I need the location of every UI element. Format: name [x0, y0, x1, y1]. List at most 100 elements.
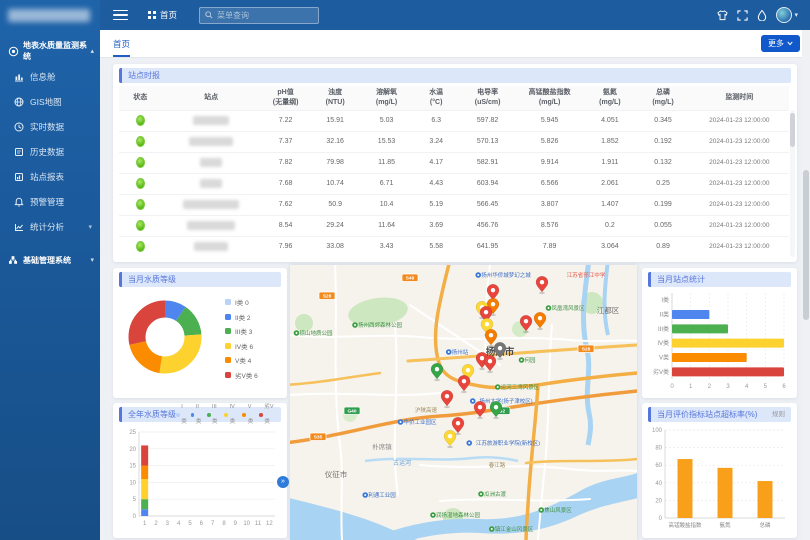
value-cell: 0.345	[636, 110, 689, 131]
legend-label: IV类 6	[235, 341, 253, 351]
search-input[interactable]	[217, 11, 313, 20]
table-row[interactable]: 7.3732.1615.533.24570.135.8261.8520.1922…	[119, 131, 789, 152]
rules-link[interactable]: 规则	[772, 407, 785, 422]
svg-text:古运河: 古运河	[393, 459, 411, 467]
value-cell: 8.54	[261, 215, 311, 236]
table-row[interactable]: 7.2215.915.036.3597.825.9454.0510.345202…	[119, 110, 789, 131]
category-label: 劣V类	[653, 368, 669, 376]
x-tick-label: 6	[200, 521, 204, 527]
status-dot-ok	[136, 241, 145, 252]
legend-swatch	[207, 413, 211, 417]
legend-item-I类[interactable]: I类 0	[225, 295, 258, 310]
avatar[interactable]	[776, 7, 792, 23]
hbar-III类[interactable]	[672, 324, 728, 333]
page-scrollbar-thumb[interactable]	[803, 170, 809, 320]
category-label: 总磷	[759, 521, 771, 529]
table-row[interactable]: 7.6810.746.714.43603.946.5662.0610.25202…	[119, 173, 789, 194]
vbar-高锰酸盐指数[interactable]	[678, 459, 693, 518]
panel-title: 全年水质等级	[128, 407, 176, 422]
value-cell: 3.064	[583, 236, 636, 257]
hbar-II类[interactable]	[672, 310, 709, 319]
sidebar-group-1[interactable]: 基础管理系统▾	[0, 247, 100, 273]
stacked-segment-劣V类[interactable]	[141, 445, 148, 465]
station-name-redacted	[200, 179, 222, 188]
breadcrumb-home[interactable]: 首页	[148, 9, 177, 21]
hamburger-menu-icon[interactable]	[113, 10, 128, 21]
value-cell: 15.53	[360, 131, 413, 152]
sidebar-item-站点报表[interactable]: 站点报表	[0, 164, 100, 189]
stacked-segment-IV类[interactable]	[141, 479, 148, 499]
x-tick-label: 6	[782, 384, 786, 390]
x-tick-label: 4	[745, 384, 749, 390]
value-cell: 597.82	[459, 110, 516, 131]
sidebar-item-历史数据[interactable]: 历史数据	[0, 139, 100, 164]
legend-label: V类 4	[235, 355, 251, 365]
value-cell: 3.24	[413, 131, 459, 152]
table-row[interactable]: 8.5429.2411.643.69456.768.5760.20.055202…	[119, 215, 789, 236]
sidebar-item-信息舱[interactable]: 信息舱	[0, 64, 100, 89]
y-tick-label: 60	[655, 463, 662, 469]
more-button[interactable]: 更多	[761, 35, 800, 52]
svg-text:S28: S28	[582, 347, 591, 353]
water-drop-icon[interactable]	[752, 5, 772, 25]
legend-item-III类[interactable]: III类 3	[225, 324, 258, 339]
sidebar-item-统计分析[interactable]: 统计分析▾	[0, 214, 100, 239]
vbar-总磷[interactable]	[758, 481, 773, 518]
hbar-IV类[interactable]	[672, 339, 784, 348]
sidebar-item-label: 信息舱	[30, 71, 56, 83]
svg-text:润扬湿地森林公园: 润扬湿地森林公园	[436, 511, 481, 519]
svg-text:华侨工业园区: 华侨工业园区	[403, 418, 437, 426]
menu-search[interactable]	[199, 7, 319, 24]
value-cell: 1.407	[583, 194, 636, 215]
stacked-segment-V类[interactable]	[141, 466, 148, 479]
sidebar: 地表水质量监测系统▴ 信息舱 GIS地图实时数据历史数据站点报表预警管理统计分析▾ 基…	[0, 0, 100, 540]
collapse-panel-button[interactable]: »	[277, 476, 289, 488]
value-cell: 3.69	[413, 215, 459, 236]
x-tick-label: 8	[222, 521, 226, 527]
legend-item-IV类[interactable]: IV类 6	[225, 339, 258, 354]
category-label: II类	[660, 311, 669, 319]
fullscreen-icon[interactable]	[732, 5, 752, 25]
map-label-利通工业园: 利通工业园	[362, 491, 396, 499]
stacked-segment-II类[interactable]	[141, 509, 148, 516]
table-row[interactable]: 7.9633.083.435.58641.957.893.0640.892024…	[119, 236, 789, 257]
legend-item-劣V类[interactable]: 劣V类 6	[225, 368, 258, 383]
sidebar-group-0[interactable]: 地表水质量监测系统▴	[0, 38, 100, 64]
table-row[interactable]: 7.8279.9811.854.17582.919.9141.9110.1322…	[119, 152, 789, 173]
map[interactable]: S28S49G40G2S35S28 扬州市江都区仪征市古运河朴席镇春江路沪陕高速…	[290, 265, 637, 540]
svg-text:S49: S49	[406, 276, 415, 282]
hbar-V类[interactable]	[672, 353, 747, 362]
hbar-劣V类[interactable]	[672, 367, 784, 376]
map-label-江苏省邗江中学: 江苏省邗江中学	[567, 271, 606, 279]
time-cell: 2024-01-23 12:00:00	[690, 236, 789, 257]
vbar-氨氮[interactable]	[718, 468, 733, 518]
analysis-icon	[14, 222, 24, 232]
svg-text:焦山风景区: 焦山风景区	[544, 506, 572, 514]
sidebar-item-预警管理[interactable]: 预警管理	[0, 189, 100, 214]
tab-home[interactable]: 首页	[113, 30, 130, 57]
status-cell	[119, 110, 162, 131]
sidebar-item-实时数据[interactable]: 实时数据	[0, 114, 100, 139]
table-scrollbar-thumb[interactable]	[790, 113, 795, 147]
value-cell: 7.22	[261, 110, 311, 131]
legend-item-V类[interactable]: V类 4	[225, 353, 258, 368]
table-row[interactable]: 7.6250.910.45.19566.453.8071.4070.199202…	[119, 194, 789, 215]
legend-swatch	[176, 413, 180, 417]
map-label-凤凰湾风景区: 凤凰湾风景区	[546, 304, 585, 312]
sidebar-menu: 地表水质量监测系统▴ 信息舱 GIS地图实时数据历史数据站点报表预警管理统计分析▾ 基…	[0, 38, 100, 273]
table-scrollbar[interactable]	[790, 110, 795, 257]
svg-text:运河三湾风景区: 运河三湾风景区	[501, 383, 540, 391]
stacked-segment-III类[interactable]	[141, 499, 148, 509]
legend-item-II类[interactable]: II类 2	[225, 310, 258, 325]
value-cell: 7.96	[261, 236, 311, 257]
legend-swatch	[225, 357, 231, 363]
sidebar-item-GIS地图[interactable]: GIS地图	[0, 89, 100, 114]
panel-title: 当月站点统计	[657, 272, 705, 287]
x-tick-label: 12	[266, 521, 273, 527]
column-header: 站点	[162, 86, 261, 110]
page-scrollbar[interactable]	[802, 30, 810, 540]
svg-text:镇江金山风景区: 镇江金山风景区	[495, 525, 534, 533]
chevron-down-icon[interactable]: ▾	[794, 11, 798, 19]
theme-icon[interactable]	[712, 5, 732, 25]
svg-text:扬州大学(扬子津校区): 扬州大学(扬子津校区)	[479, 397, 532, 405]
